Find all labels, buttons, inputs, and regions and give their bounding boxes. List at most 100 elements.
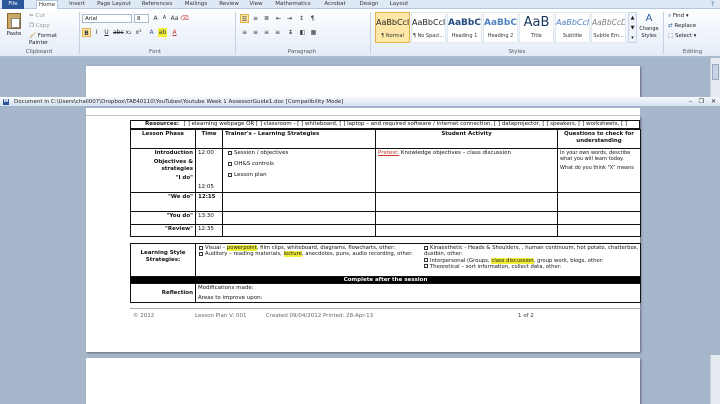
grow-font-icon[interactable]: A — [151, 14, 160, 23]
clear-formatting-icon[interactable]: ⌫ — [180, 14, 189, 23]
style-heading-1[interactable]: AaBbC Heading 1 — [447, 12, 482, 43]
format-painter-button[interactable]: 🖌 Format Painter — [28, 32, 78, 48]
visual-text: Visual – — [205, 245, 227, 251]
divider — [663, 12, 664, 54]
underline-icon[interactable]: U — [102, 28, 111, 37]
align-center-icon[interactable]: ≡ — [251, 28, 260, 37]
footer-page-number: 1 of 2 — [518, 313, 534, 319]
tab-layout[interactable]: Layout — [388, 0, 410, 9]
divider — [235, 12, 236, 54]
learning-style-label: Learning Style Strategies: — [130, 243, 196, 277]
paste-button[interactable]: Paste — [3, 11, 25, 45]
scissors-icon: ✂ — [29, 13, 34, 19]
tab-review[interactable]: Review — [217, 0, 241, 9]
highlight-icon[interactable]: ab — [158, 28, 167, 37]
strategy-text: Lesson plan — [234, 172, 267, 178]
tab-view[interactable]: View — [247, 0, 265, 9]
checkbox[interactable] — [199, 251, 203, 256]
checkbox[interactable] — [228, 150, 232, 155]
style-title[interactable]: AaB Title — [519, 12, 554, 43]
borders-icon[interactable]: ▦ — [309, 28, 318, 37]
intro-time: 12:00 12:05 — [195, 148, 223, 193]
bullets-icon[interactable]: ☰ — [240, 14, 249, 23]
intro-label: Introduction — [154, 150, 193, 156]
auditory-option: Auditory – reading materials, lecture, a… — [199, 251, 421, 258]
we-do-strategies — [222, 192, 376, 212]
checkbox[interactable] — [228, 172, 232, 177]
tab-design[interactable]: Design — [357, 0, 381, 9]
superscript-icon[interactable]: x² — [134, 28, 143, 37]
bold-icon[interactable]: B — [82, 28, 91, 37]
tab-page-layout[interactable]: Page Layout — [96, 0, 132, 9]
replace-button[interactable]: ⇄ Replace — [667, 22, 717, 31]
tab-mathematics[interactable]: Mathematics — [275, 0, 311, 9]
copy-button[interactable]: ❐ Copy — [28, 22, 68, 31]
show-hide-marks-icon[interactable]: ¶ — [308, 14, 317, 23]
font-size-combo[interactable]: 8 — [134, 14, 149, 23]
footer-copyright: © 2012 — [133, 313, 155, 319]
align-right-icon[interactable]: ≡ — [262, 28, 271, 37]
multilevel-list-icon[interactable]: ≣ — [262, 14, 271, 23]
we-do-time: 12:15 — [195, 192, 223, 212]
strikethrough-icon[interactable]: abc — [113, 28, 124, 37]
cut-button[interactable]: ✂ Cut — [28, 12, 68, 21]
question-item: In your own words, describe what you wil… — [560, 150, 631, 162]
visual-text-rest: , film clips, whiteboard, diagrams, flow… — [256, 245, 396, 251]
style-normal[interactable]: AaBbCcI ¶ Normal — [375, 12, 410, 43]
style-heading-2[interactable]: AaBbC Heading 2 — [483, 12, 518, 43]
style-subtle-emphasis[interactable]: AaBbCcDi Subtle Em... — [591, 12, 626, 43]
shading-icon[interactable]: ◧ — [298, 28, 307, 37]
checkbox[interactable] — [228, 161, 232, 166]
horizontal-ruler[interactable] — [86, 108, 640, 116]
tab-file[interactable]: File — [2, 0, 24, 9]
intro-time-start: 12:00 — [198, 150, 214, 156]
checkbox[interactable] — [424, 258, 428, 263]
intro-strategies: Session / objectives OH&S controls Lesso… — [222, 148, 376, 193]
font-group-label: Font — [149, 49, 161, 55]
style-preview: AaBbCcDi — [592, 18, 625, 27]
shrink-font-icon[interactable]: A — [160, 14, 169, 23]
replace-icon: ⇄ — [668, 23, 673, 29]
next-page — [86, 358, 640, 404]
numbering-icon[interactable]: ≡ — [251, 14, 260, 23]
font-color-icon[interactable]: A — [170, 28, 179, 37]
pretest-label: Pretest: — [378, 150, 400, 156]
scrollbar-thumb[interactable] — [712, 64, 719, 80]
style-no-spacing[interactable]: AaBbCcI ¶ No Spaci... — [411, 12, 446, 43]
tab-references[interactable]: References — [140, 0, 174, 9]
styles-scroll[interactable]: ▲ ▼ ▾ — [628, 12, 637, 43]
strategy-text: Session / objectives — [234, 150, 289, 156]
font-name-combo[interactable]: Arial — [82, 14, 132, 23]
find-button[interactable]: ⌕ Find ▾ — [667, 12, 717, 21]
text-effects-icon[interactable]: A — [147, 28, 156, 37]
help-icon[interactable]: ? — [709, 1, 716, 8]
close-icon[interactable]: ✕ — [711, 97, 716, 107]
style-name: Heading 2 — [487, 33, 514, 39]
resources-text: [ ] elearning webpage OR [ ] classroom -… — [133, 121, 627, 128]
minimize-icon[interactable]: – — [689, 97, 692, 107]
checkbox[interactable] — [424, 264, 428, 269]
align-left-icon[interactable]: ≡ — [240, 28, 249, 37]
decrease-indent-icon[interactable]: ⇤ — [274, 14, 283, 23]
header-time: Time — [195, 129, 223, 149]
styles-group-label: Styles — [508, 49, 526, 55]
change-case-icon[interactable]: Aa — [170, 14, 179, 23]
restore-icon[interactable]: ❐ — [699, 97, 704, 107]
tab-insert[interactable]: Insert — [66, 0, 88, 9]
sort-icon[interactable]: ↕ — [297, 14, 306, 23]
tab-acrobat[interactable]: Acrobat — [322, 0, 348, 9]
style-subtitle[interactable]: AaBbCcI Subtitle — [555, 12, 590, 43]
select-button[interactable]: ⬚ Select ▾ — [667, 32, 717, 41]
italic-icon[interactable]: I — [92, 28, 101, 37]
replace-label: Replace — [674, 23, 697, 29]
line-spacing-icon[interactable]: ↨ — [286, 28, 295, 37]
increase-indent-icon[interactable]: ⇥ — [285, 14, 294, 23]
checkbox[interactable] — [424, 245, 428, 250]
justify-icon[interactable]: ≡ — [273, 28, 282, 37]
document-page[interactable]: Resources: [ ] elearning webpage OR [ ] … — [86, 116, 641, 352]
tab-mailings[interactable]: Mailings — [182, 0, 210, 9]
change-styles-button[interactable]: A Change Styles — [638, 11, 660, 47]
style-preview: AaBbC — [484, 18, 517, 28]
checkbox[interactable] — [199, 245, 203, 250]
subscript-icon[interactable]: x₂ — [124, 28, 133, 37]
